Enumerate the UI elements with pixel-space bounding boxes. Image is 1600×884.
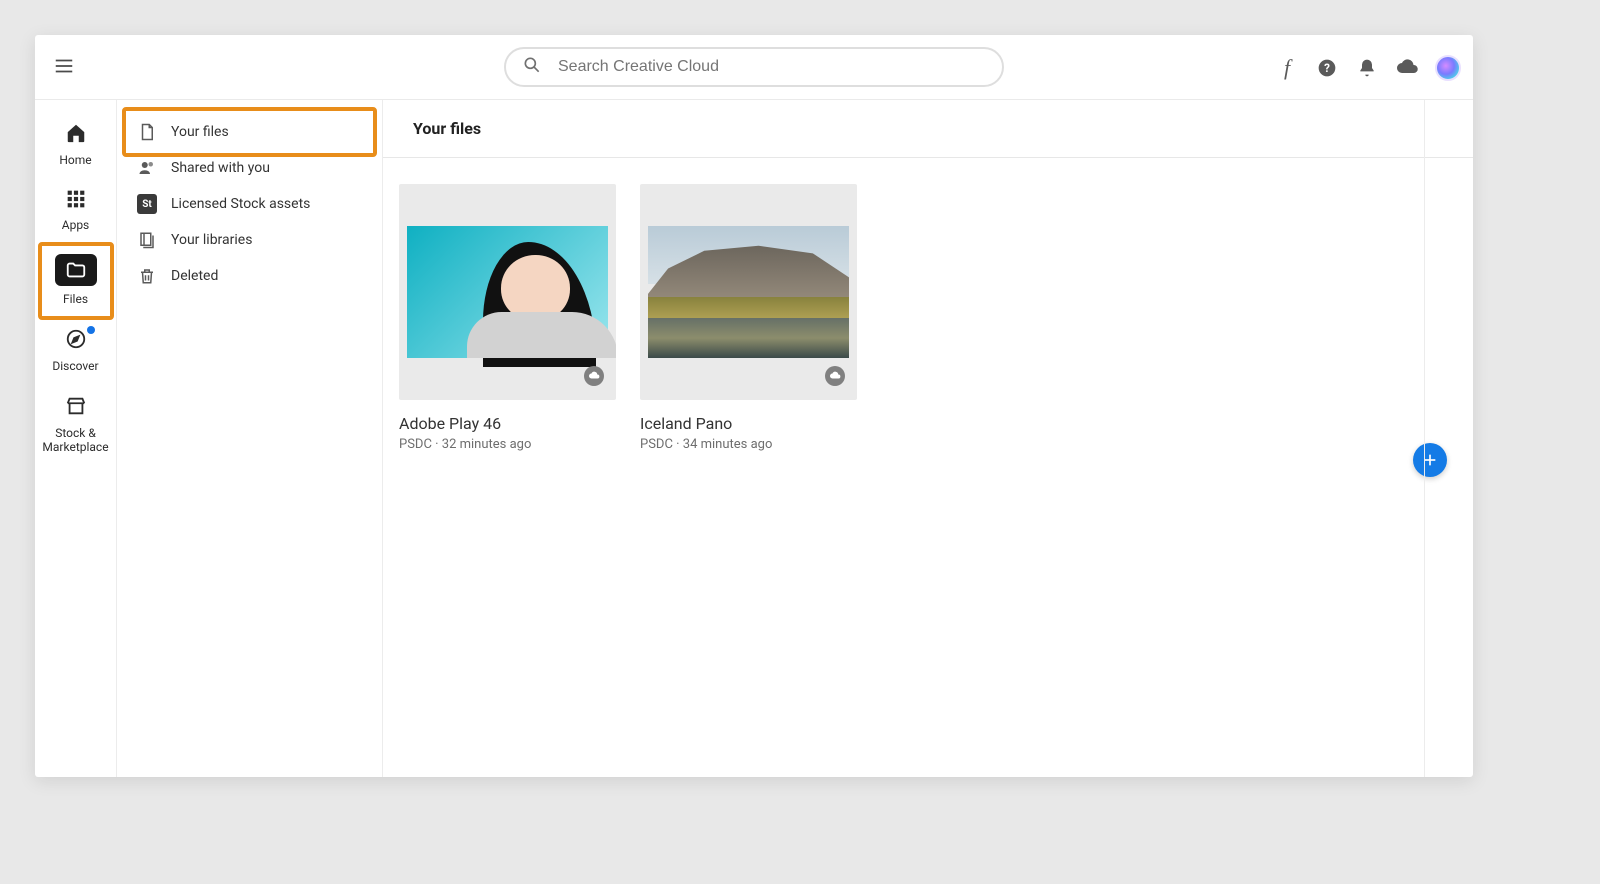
- rail-item-apps[interactable]: Apps: [35, 189, 117, 232]
- sidebar-item-shared[interactable]: Shared with you: [127, 150, 372, 186]
- rail-item-files[interactable]: Files: [35, 254, 117, 306]
- sidebar-label: Your files: [171, 124, 229, 140]
- thumbnail-image: [648, 226, 849, 358]
- app-window: f ? Home: [35, 35, 1473, 777]
- profile-avatar[interactable]: [1435, 55, 1461, 81]
- sidebar-item-deleted[interactable]: Deleted: [127, 258, 372, 294]
- file-grid: Adobe Play 46 PSDC · 32 minutes ago Icel…: [383, 158, 1473, 478]
- apps-icon: [35, 189, 117, 212]
- file-card[interactable]: Iceland Pano PSDC · 34 minutes ago: [640, 184, 857, 452]
- content-header: Your files: [383, 100, 1473, 158]
- file-thumbnail[interactable]: [640, 184, 857, 400]
- search-icon: [522, 55, 542, 79]
- rail-label: Apps: [35, 218, 117, 232]
- add-button[interactable]: [1413, 443, 1447, 477]
- folder-icon: [55, 254, 97, 286]
- cloud-sync-icon[interactable]: [1395, 56, 1419, 80]
- people-icon: [137, 158, 157, 178]
- file-title: Adobe Play 46: [399, 414, 616, 433]
- thumbnail-image: [407, 226, 608, 358]
- cloud-synced-icon: [825, 366, 845, 386]
- sidebar-label: Shared with you: [171, 160, 270, 176]
- stock-icon: St: [137, 194, 157, 214]
- search-input[interactable]: [556, 57, 986, 77]
- files-sidebar: Your files Shared with you St Licensed S…: [117, 100, 383, 777]
- sidebar-label: Licensed Stock assets: [171, 196, 310, 212]
- discover-icon: [35, 328, 117, 353]
- sidebar-item-your-files[interactable]: Your files: [127, 114, 372, 150]
- topbar-actions: f ?: [1275, 35, 1461, 100]
- sidebar-item-licensed[interactable]: St Licensed Stock assets: [127, 186, 372, 222]
- sidebar-label: Deleted: [171, 268, 218, 284]
- svg-text:?: ?: [1324, 61, 1330, 75]
- file-meta: PSDC · 32 minutes ago: [399, 437, 616, 452]
- file-thumbnail[interactable]: [399, 184, 616, 400]
- cloud-synced-icon: [584, 366, 604, 386]
- sidebar-label: Your libraries: [171, 232, 252, 248]
- new-badge: [87, 326, 95, 334]
- page-title: Your files: [413, 119, 481, 138]
- help-icon[interactable]: ?: [1315, 56, 1339, 80]
- libraries-icon: [137, 230, 157, 250]
- marketplace-icon: [35, 395, 117, 420]
- rail-label: Home: [35, 153, 117, 167]
- top-bar: f ?: [35, 35, 1473, 100]
- search-field[interactable]: [504, 47, 1004, 87]
- rail-item-discover[interactable]: Discover: [35, 328, 117, 373]
- trash-icon: [137, 266, 157, 286]
- menu-button[interactable]: [53, 55, 77, 79]
- main-panel: Your files Adobe Play 46 PSDC · 32 minut…: [383, 100, 1473, 777]
- fonts-icon[interactable]: f: [1275, 56, 1299, 80]
- nav-rail: Home Apps Files: [35, 100, 117, 777]
- rail-item-stock[interactable]: Stock & Marketplace: [35, 395, 117, 454]
- notifications-icon[interactable]: [1355, 56, 1379, 80]
- file-icon: [137, 122, 157, 142]
- home-icon: [35, 122, 117, 147]
- rail-label: Discover: [35, 359, 117, 373]
- file-meta: PSDC · 34 minutes ago: [640, 437, 857, 452]
- file-title: Iceland Pano: [640, 414, 857, 433]
- rail-label: Stock & Marketplace: [35, 426, 117, 454]
- rail-label: Files: [35, 292, 117, 306]
- file-card[interactable]: Adobe Play 46 PSDC · 32 minutes ago: [399, 184, 616, 452]
- rail-item-home[interactable]: Home: [35, 122, 117, 167]
- sidebar-item-libraries[interactable]: Your libraries: [127, 222, 372, 258]
